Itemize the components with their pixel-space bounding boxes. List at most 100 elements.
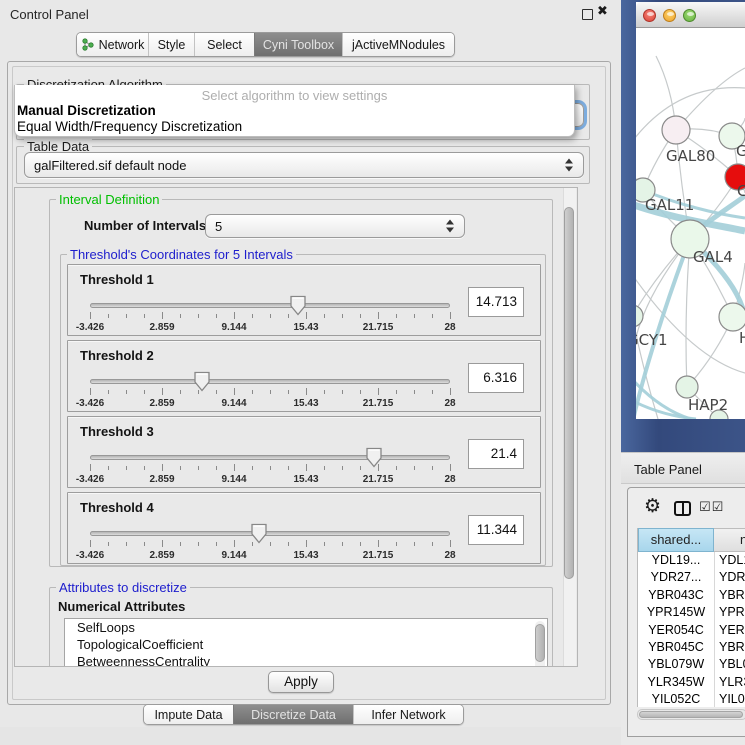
- threshold-3-value-field[interactable]: 21.4: [468, 439, 524, 469]
- slider-tick-label: 21.715: [353, 474, 403, 485]
- control-panel-window: Control Panel ✖ Network Style Select Cyn…: [0, 0, 621, 745]
- tab-style[interactable]: Style: [148, 33, 194, 56]
- split-columns-icon[interactable]: [674, 501, 691, 516]
- network-node-label: C: [737, 182, 745, 200]
- slider-tick-label: 28: [425, 322, 475, 333]
- tab-cyni-toolbox[interactable]: Cyni Toolbox: [254, 33, 342, 56]
- slider-tick-label: 2.859: [137, 398, 187, 409]
- column-header-name[interactable]: na: [714, 528, 745, 552]
- list-item[interactable]: SelfLoops: [65, 619, 547, 636]
- number-of-intervals-label: Number of Intervals: [84, 218, 206, 233]
- gear-icon[interactable]: ⚙: [644, 497, 661, 516]
- threshold-3-slider[interactable]: -3.4262.8599.14415.4321.71528: [88, 447, 452, 487]
- network-node-label: HAP2: [688, 396, 728, 414]
- scrollbar-thumb[interactable]: [639, 711, 743, 718]
- threshold-2-panel: Threshold 2 -3.4262.8599.14415.4321.7152…: [67, 340, 541, 412]
- slider-tick-label: -3.426: [65, 474, 115, 485]
- slider-tick-label: 21.715: [353, 550, 403, 561]
- network-view-window: GAL80GACGAL11GAL4GCY1HHAP2: [636, 2, 745, 419]
- algorithm-prompt-item[interactable]: Select algorithm to view settings: [15, 88, 574, 103]
- tab-discretize-data[interactable]: Discretize Data: [233, 705, 353, 724]
- column-header-shared-name[interactable]: shared...: [638, 528, 714, 552]
- table-row[interactable]: YBR043CYBR0: [638, 587, 745, 604]
- list-item[interactable]: BetweennessCentrality: [65, 653, 547, 667]
- close-icon[interactable]: ✖: [597, 4, 608, 19]
- tab-jactivemnodules[interactable]: jActiveMNodules: [342, 33, 454, 56]
- threshold-2-label: Threshold 2: [80, 348, 154, 363]
- select-columns-icon[interactable]: ☑☑: [699, 500, 724, 515]
- algorithm-option-equal-width[interactable]: Equal Width/Frequency Discretization: [17, 119, 242, 134]
- numerical-attributes-label: Numerical Attributes: [58, 599, 185, 614]
- window-footer: [0, 727, 621, 745]
- slider-tick-label: 28: [425, 398, 475, 409]
- slider-thumb[interactable]: [250, 523, 268, 545]
- settings-scrollbar[interactable]: [563, 188, 576, 666]
- table-data-combo[interactable]: galFiltered.sif default node: [24, 152, 584, 178]
- table-row[interactable]: YBR045CYBR0: [638, 639, 745, 656]
- settings-scroll-area: Interval Definition Number of Intervals …: [14, 187, 578, 667]
- list-scrollbar[interactable]: [535, 621, 545, 667]
- algorithm-option-manual[interactable]: Manual Discretization: [17, 103, 156, 118]
- tab-network[interactable]: Network: [77, 33, 148, 56]
- thresholds-group: Threshold's Coordinates for 5 Intervals …: [60, 254, 546, 566]
- slider-tick-label: 21.715: [353, 398, 403, 409]
- threshold-1-slider[interactable]: -3.4262.8599.14415.4321.71528: [88, 295, 452, 335]
- list-item[interactable]: TopologicalCoefficient: [65, 636, 547, 653]
- thresholds-group-title: Threshold's Coordinates for 5 Intervals: [67, 247, 296, 262]
- number-of-intervals-combo[interactable]: 5: [205, 214, 465, 238]
- table-row[interactable]: YPR145WYPR1: [638, 604, 745, 621]
- threshold-2-value-field[interactable]: 6.316: [468, 363, 524, 393]
- attributes-group: Attributes to discretize Numerical Attri…: [49, 587, 553, 667]
- slider-thumb[interactable]: [289, 295, 307, 317]
- node-table: shared... na YDL19...YDL1YDR27...YDR2YBR…: [637, 528, 745, 707]
- threshold-1-panel: Threshold 1 -3.4262.8599.14415.4321.7152…: [67, 264, 541, 336]
- table-row[interactable]: YBL079WYBL0: [638, 656, 745, 673]
- table-panel-header: Table Panel: [621, 452, 745, 484]
- slider-tick-label: 9.144: [209, 474, 259, 485]
- table-row[interactable]: YIL052CYIL0: [638, 691, 745, 707]
- interval-definition-title: Interval Definition: [56, 192, 162, 207]
- network-node-label: GAL11: [645, 196, 694, 214]
- slider-tick-label: 28: [425, 474, 475, 485]
- float-window-icon[interactable]: [582, 9, 593, 20]
- slider-tick-label: 15.43: [281, 398, 331, 409]
- table-row[interactable]: YDR27...YDR2: [638, 569, 745, 586]
- slider-tick-label: 2.859: [137, 322, 187, 333]
- attributes-group-title: Attributes to discretize: [56, 580, 190, 595]
- apply-button[interactable]: Apply: [268, 671, 334, 693]
- slider-tick-label: 9.144: [209, 322, 259, 333]
- table-horizontal-scrollbar[interactable]: [637, 709, 745, 720]
- network-window-titlebar[interactable]: [636, 2, 745, 28]
- network-icon: [81, 38, 94, 51]
- threshold-1-value-field[interactable]: 14.713: [468, 287, 524, 317]
- slider-thumb[interactable]: [193, 371, 211, 393]
- threshold-4-panel: Threshold 4 -3.4262.8599.14415.4321.7152…: [67, 492, 541, 564]
- slider-thumb[interactable]: [365, 447, 383, 469]
- tab-select[interactable]: Select: [194, 33, 254, 56]
- tab-network-label: Network: [99, 38, 145, 52]
- threshold-4-slider[interactable]: -3.4262.8599.14415.4321.71528: [88, 523, 452, 563]
- tab-impute-data[interactable]: Impute Data: [144, 705, 233, 724]
- network-canvas[interactable]: GAL80GACGAL11GAL4GCY1HHAP2: [636, 28, 745, 419]
- tab-infer-network[interactable]: Infer Network: [353, 705, 463, 724]
- threshold-2-slider[interactable]: -3.4262.8599.14415.4321.71528: [88, 371, 452, 411]
- network-node-label: GAL80: [666, 147, 715, 165]
- scrollbar-thumb[interactable]: [564, 207, 574, 579]
- threshold-4-label: Threshold 4: [80, 500, 154, 515]
- zoom-traffic-light-icon[interactable]: [683, 9, 696, 22]
- table-row[interactable]: YDL19...YDL1: [638, 552, 745, 569]
- threshold-3-panel: Threshold 3 -3.4262.8599.14415.4321.7152…: [67, 416, 541, 488]
- slider-tick-label: -3.426: [65, 322, 115, 333]
- table-panel-section: Table Panel ⚙ ☑☑ shared... na YDL19...YD…: [621, 452, 745, 745]
- table-panel-window: ⚙ ☑☑ shared... na YDL19...YDL1YDR27...YD…: [627, 487, 745, 737]
- network-node-label: H: [739, 329, 745, 347]
- table-row[interactable]: YER054CYER0: [638, 622, 745, 639]
- slider-tick-label: 28: [425, 550, 475, 561]
- network-node-label: GAL4: [693, 248, 733, 266]
- slider-tick-label: -3.426: [65, 398, 115, 409]
- bottom-tab-bar: Impute Data Discretize Data Infer Networ…: [143, 704, 464, 725]
- threshold-4-value-field[interactable]: 11.344: [468, 515, 524, 545]
- close-traffic-light-icon[interactable]: [643, 9, 656, 22]
- table-row[interactable]: YLR345WYLR3: [638, 674, 745, 691]
- minimize-traffic-light-icon[interactable]: [663, 9, 676, 22]
